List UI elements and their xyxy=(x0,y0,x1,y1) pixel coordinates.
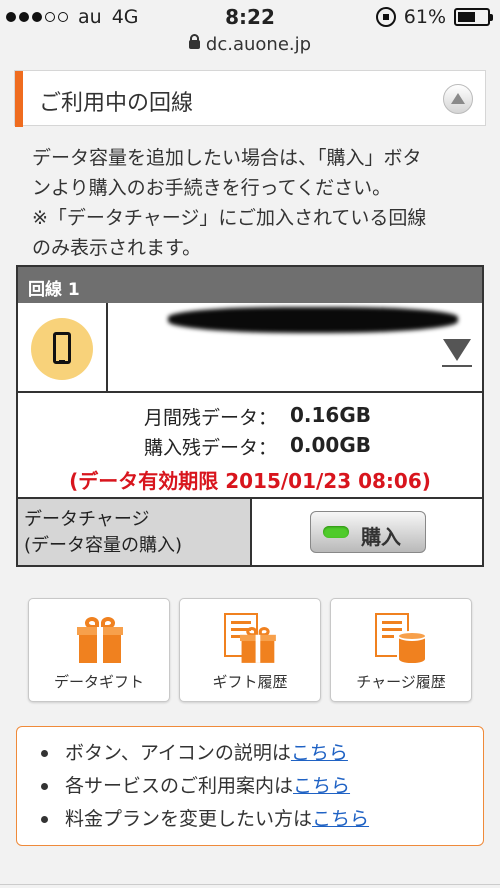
charge-label: データチャージ (データ容量の購入) xyxy=(18,499,252,565)
charge-label-line: (データ容量の購入) xyxy=(24,535,183,556)
line-selector-row[interactable] xyxy=(18,303,482,393)
gift-history-icon xyxy=(224,613,280,669)
dropdown-arrow-icon[interactable] xyxy=(442,339,472,367)
status-bar: au 4G 8:22 61% xyxy=(0,0,500,34)
led-icon xyxy=(323,526,349,538)
rotation-lock-icon xyxy=(375,7,396,27)
collapse-button[interactable] xyxy=(443,84,473,114)
service-guide-link[interactable]: こちら xyxy=(293,775,350,797)
buy-button[interactable]: 購入 xyxy=(310,511,426,553)
data-remaining: 月間残データ： 0.16GB 購入残データ： 0.00GB (データ有効期限 2… xyxy=(18,395,482,495)
link-prefix: ボタン、アイコンの説明は xyxy=(65,742,291,764)
plan-change-link[interactable]: こちら xyxy=(312,808,369,830)
link-prefix: 料金プランを変更したい方は xyxy=(65,808,313,830)
description-line: ンより購入のお手続きを行ってください。 xyxy=(32,177,392,199)
section-header: ご利用中の回線 xyxy=(14,70,486,127)
battery-percent: 61% xyxy=(403,6,446,28)
info-links-box: ボタン、アイコンの説明はこちら 各サービスのご利用案内はこちら 料金プランを変更… xyxy=(16,726,484,846)
battery-icon xyxy=(454,8,493,26)
lock-icon xyxy=(188,34,200,49)
redacted-phone-number xyxy=(168,307,458,333)
monthly-value: 0.16GB xyxy=(290,403,372,427)
phone-cell xyxy=(18,303,108,391)
charge-history-tile[interactable]: チャージ履歴 xyxy=(330,598,472,702)
gift-history-tile[interactable]: ギフト履歴 xyxy=(179,598,321,702)
list-item: 各サービスのご利用案内はこちら xyxy=(37,770,483,803)
description-line: データ容量を追加したい場合は、「購入」ボタ xyxy=(32,147,422,169)
purchased-label: 購入残データ： xyxy=(143,437,277,459)
help-link[interactable]: こちら xyxy=(291,742,348,764)
line-header: 回線 1 xyxy=(18,267,482,303)
divider xyxy=(0,884,500,885)
charge-row: データチャージ (データ容量の購入) 購入 xyxy=(18,497,482,565)
description-line: ※「データチャージ」にご加入されている回線 xyxy=(32,207,427,229)
status-right: 61% xyxy=(375,6,493,28)
battery-level xyxy=(458,12,475,22)
line-panel: 回線 1 月間残データ： 0.16GB 購入残データ： 0.00GB (データ有… xyxy=(16,265,484,567)
description: データ容量を追加したい場合は、「購入」ボタ ンより購入のお手続きを行ってください… xyxy=(32,143,472,263)
list-item: 料金プランを変更したい方はこちら xyxy=(37,803,483,836)
section-accent-bar xyxy=(15,71,23,127)
expiry-text: (データ有効期限 2015/01/23 08:06) xyxy=(69,469,431,493)
address-bar[interactable]: dc.auone.jp xyxy=(0,34,500,60)
url-text: dc.auone.jp xyxy=(205,34,312,55)
charge-label-line: データチャージ xyxy=(24,509,150,530)
tile-label: データギフト xyxy=(53,673,144,691)
monthly-label: 月間残データ： xyxy=(143,407,277,429)
phone-icon xyxy=(31,318,93,380)
data-gift-tile[interactable]: データギフト xyxy=(28,598,170,702)
buy-label: 購入 xyxy=(361,525,401,549)
gift-icon xyxy=(77,617,123,663)
list-item: ボタン、アイコンの説明はこちら xyxy=(37,737,483,770)
description-line: のみ表示されます。 xyxy=(32,237,202,259)
section-title: ご利用中の回線 xyxy=(39,91,194,116)
charge-history-icon xyxy=(375,613,431,669)
link-prefix: 各サービスのご利用案内は xyxy=(65,775,294,797)
tile-label: チャージ履歴 xyxy=(356,673,446,691)
purchased-value: 0.00GB xyxy=(290,433,372,457)
tile-label: ギフト履歴 xyxy=(212,673,288,691)
